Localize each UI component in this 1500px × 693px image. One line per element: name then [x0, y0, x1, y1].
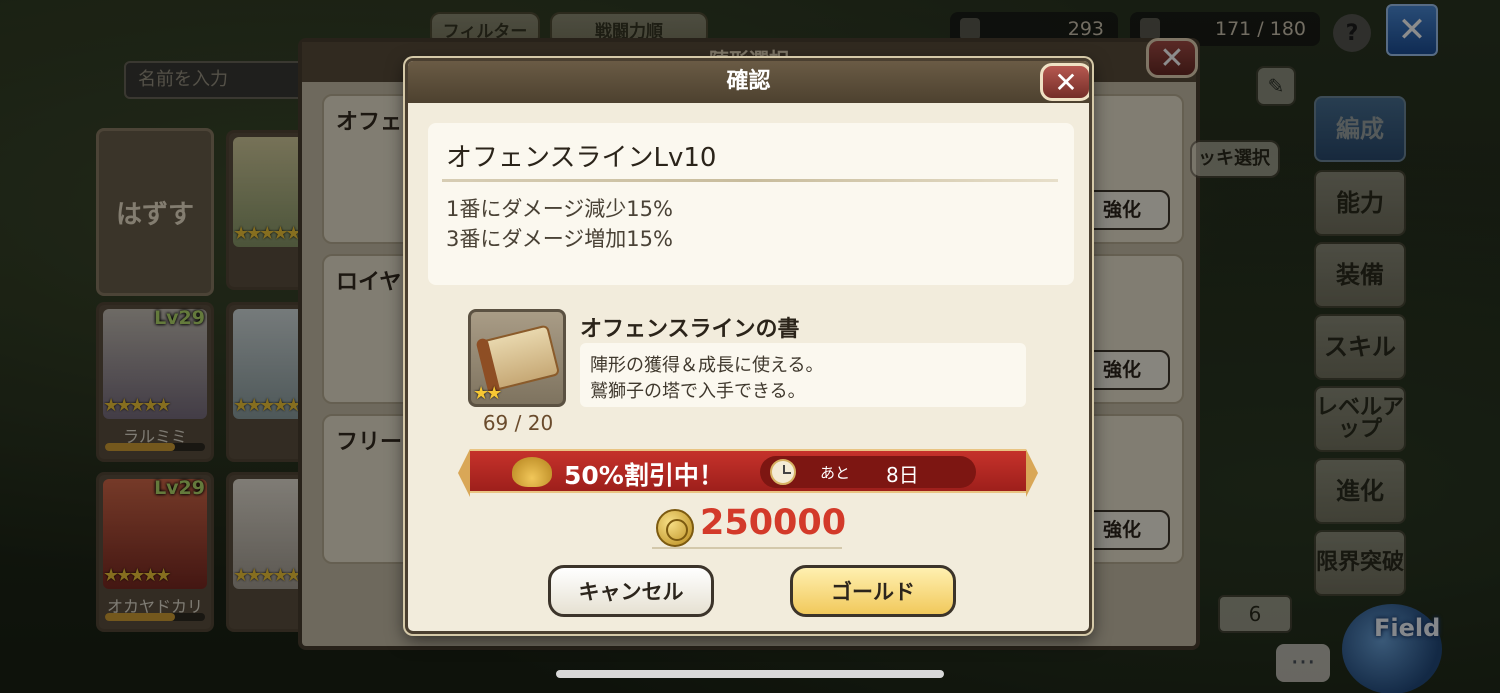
item-desc-line: 陣形の獲得＆成長に使える。 — [590, 355, 824, 376]
divider — [442, 179, 1058, 182]
effect-line: 1番にダメージ減少15% — [446, 197, 673, 221]
timer-prefix: あと — [820, 464, 851, 482]
home-indicator[interactable] — [556, 670, 944, 678]
gold-purchase-button[interactable]: ゴールド — [790, 565, 956, 617]
item-rarity-stars: ★★ — [473, 383, 502, 404]
sale-timer: あと 8日 — [760, 456, 976, 488]
item-count: 69 / 20 — [482, 411, 554, 435]
effect-line: 3番にダメージ増加15% — [446, 227, 673, 251]
formation-info-box: オフェンスラインLv10 1番にダメージ減少15% 3番にダメージ増加15% — [428, 123, 1074, 285]
cancel-button[interactable]: キャンセル — [548, 565, 714, 617]
timer-value: 8日 — [886, 463, 919, 487]
item-description: 陣形の獲得＆成長に使える。 鷲獅子の塔で入手できる。 — [580, 343, 1026, 407]
item-name: オフェンスラインの書 — [580, 317, 800, 342]
formation-name: オフェンスラインLv10 — [446, 143, 717, 173]
sale-banner: 50%割引中！ あと 8日 — [458, 449, 1038, 497]
divider — [652, 547, 842, 549]
hat-icon — [512, 457, 552, 487]
price-value: 250000 — [700, 503, 847, 543]
scroll-item-icon: ★★ — [468, 309, 566, 407]
dialog-title: 確認 — [726, 69, 771, 94]
item-desc-line: 鷲獅子の塔で入手できる。 — [590, 381, 806, 402]
confirm-dialog: 確認 ✕ オフェンスラインLv10 1番にダメージ減少15% 3番にダメージ増加… — [405, 58, 1092, 634]
gold-coin-icon — [656, 509, 694, 547]
sale-text: 50%割引中！ — [564, 461, 724, 490]
scroll-icon — [479, 324, 561, 392]
close-icon: ✕ — [1054, 65, 1078, 99]
clock-icon — [770, 459, 796, 485]
dialog-close-button[interactable]: ✕ — [1040, 63, 1089, 101]
